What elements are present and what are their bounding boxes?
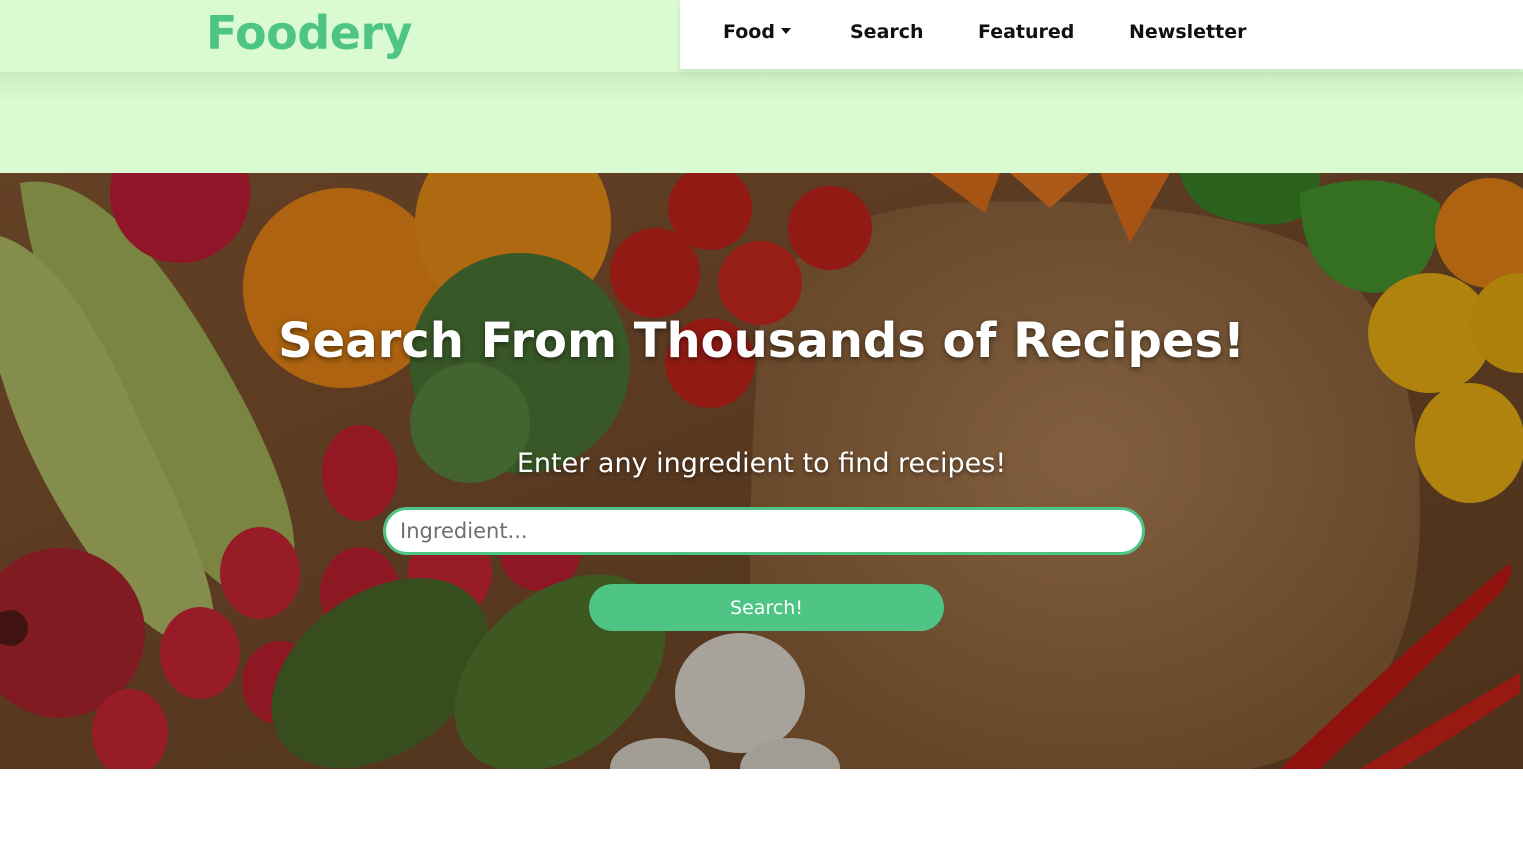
caret-down-icon	[780, 28, 791, 34]
nav-item-food-label: Food	[723, 21, 775, 43]
main-nav: Food Search Featured Newsletter	[680, 0, 1523, 69]
hero-section: Search From Thousands of Recipes! Enter …	[0, 173, 1523, 769]
nav-item-food[interactable]: Food	[723, 20, 791, 44]
nav-item-search[interactable]: Search	[850, 20, 924, 44]
hero-title: Search From Thousands of Recipes!	[278, 313, 1245, 369]
brand-panel: Foodery	[0, 0, 680, 72]
nav-item-newsletter[interactable]: Newsletter	[1129, 20, 1246, 44]
site-logo[interactable]: Foodery	[206, 4, 413, 62]
hero-subtitle: Enter any ingredient to find recipes!	[516, 448, 1007, 479]
search-button[interactable]: Search!	[589, 584, 944, 631]
ingredient-search-input[interactable]	[383, 507, 1145, 555]
header-shadow	[0, 72, 1523, 102]
nav-item-featured[interactable]: Featured	[978, 20, 1074, 44]
